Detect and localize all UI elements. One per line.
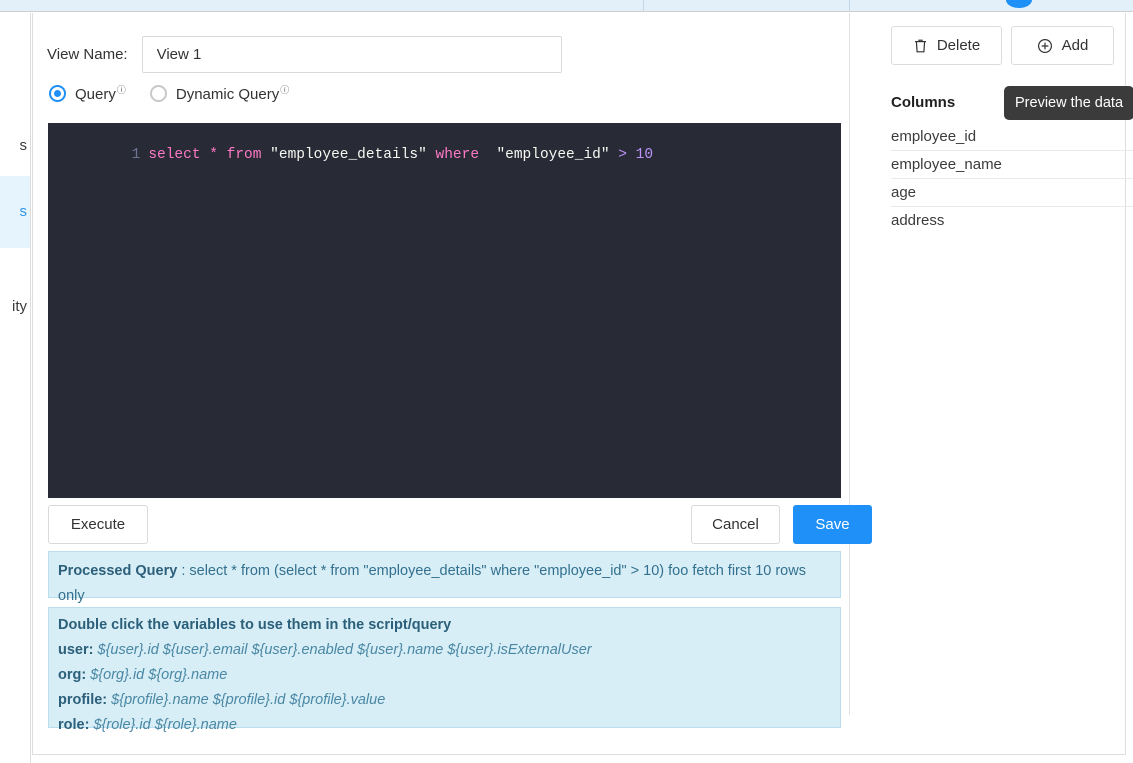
plus-circle-icon [1037,38,1053,54]
code-token: * [209,147,218,163]
variable-row: org: ${org}.id ${org}.name [58,663,831,688]
trash-icon [913,38,928,54]
view-editor-card: View Name: Queryⓘ Dynamic Queryⓘ 1 select… [32,13,1133,755]
preview-tooltip: Preview the data [1004,86,1133,120]
info-icon[interactable]: ⓘ [280,85,289,95]
sidebar-item-label: ity [12,298,27,315]
code-token: "employee_details" [270,147,427,163]
column-row[interactable]: age [891,179,1133,207]
table-header-strip [0,0,1133,12]
variable-row: profile: ${profile}.name ${profile}.id $… [58,688,831,713]
columns-title: Columns [891,94,956,111]
execute-button[interactable]: Execute [48,505,148,544]
add-button[interactable]: Add [1011,26,1114,65]
info-icon[interactable]: ⓘ [117,85,126,95]
columns-pane: Delete Add Columns Preview the data empl… [850,13,1133,755]
code-token: 10 [635,147,654,163]
sidebar-item-0[interactable]: s [0,128,30,164]
columns-header: Columns Preview the data [891,86,1133,120]
radio-button-icon[interactable] [149,84,167,102]
view-name-input[interactable] [141,36,562,73]
sql-code-editor[interactable]: 1 select * from "employee_details" where … [48,123,841,498]
radio-dynamic-query-label: Dynamic Queryⓘ [175,85,290,103]
radio-button-icon[interactable] [49,84,66,102]
variable-values[interactable]: ${role}.id ${role}.name [93,717,237,733]
processed-query-separator: : [177,563,190,579]
view-name-label: View Name: [47,46,128,63]
radio-query-label: Queryⓘ [75,85,126,103]
sidebar-item-1[interactable]: s [0,176,30,248]
sidebar-item-label: s [19,137,28,154]
column-row[interactable]: employee_name [891,151,1133,179]
code-token: "employee_id" [496,147,610,163]
processed-query-label: Processed Query [58,563,178,579]
delete-button[interactable]: Delete [891,26,1002,65]
columns-action-buttons: Delete Add [891,26,1114,65]
sidebar-item-2[interactable]: ity [0,289,30,325]
strip-column-divider [643,0,644,12]
code-tokens: select * from "employee_details" where "… [148,147,653,163]
cancel-button[interactable]: Cancel [691,505,780,544]
variable-values[interactable]: ${user}.id ${user}.email ${user}.enabled… [98,642,592,658]
columns-list: employee_id employee_name age address [891,123,1133,235]
variable-key: user: [58,642,94,658]
add-button-label: Add [1061,37,1089,54]
column-row[interactable]: address [891,207,1133,235]
variable-values[interactable]: ${profile}.name ${profile}.id ${profile}… [111,692,385,708]
variable-row: role: ${role}.id ${role}.name [58,713,831,738]
query-pane: View Name: Queryⓘ Dynamic Queryⓘ 1 select… [33,13,872,755]
variable-key: org: [58,667,87,683]
strip-column-divider [849,0,850,12]
view-name-row: View Name: [47,36,562,73]
variable-key: profile: [58,692,108,708]
variables-title: Double click the variables to use them i… [58,617,452,633]
code-token: where [435,147,480,163]
editor-action-buttons: Execute Cancel Save [48,505,872,544]
variable-row: user: ${user}.id ${user}.email ${user}.e… [58,638,831,663]
line-number: 1 [131,147,141,163]
radio-dynamic-query[interactable]: Dynamic Queryⓘ [149,83,290,103]
query-type-radio-group: Queryⓘ Dynamic Queryⓘ [49,83,313,103]
variables-panel: Double click the variables to use them i… [48,607,841,733]
code-token: from [226,147,262,163]
radio-query[interactable]: Queryⓘ [49,83,126,103]
sidebar: s s ity [0,13,31,763]
code-token: > [618,147,627,163]
column-row[interactable]: employee_id [891,123,1133,151]
variable-key: role: [58,717,90,733]
processed-query-panel: Processed Query : select * from (select … [48,551,841,604]
code-line: 1 select * from "employee_details" where … [48,131,653,179]
variable-values[interactable]: ${org}.id ${org}.name [90,667,227,683]
code-token: select [148,147,201,163]
delete-button-label: Delete [936,37,981,54]
status-badge [1006,0,1032,8]
sidebar-item-label: s [19,203,28,220]
